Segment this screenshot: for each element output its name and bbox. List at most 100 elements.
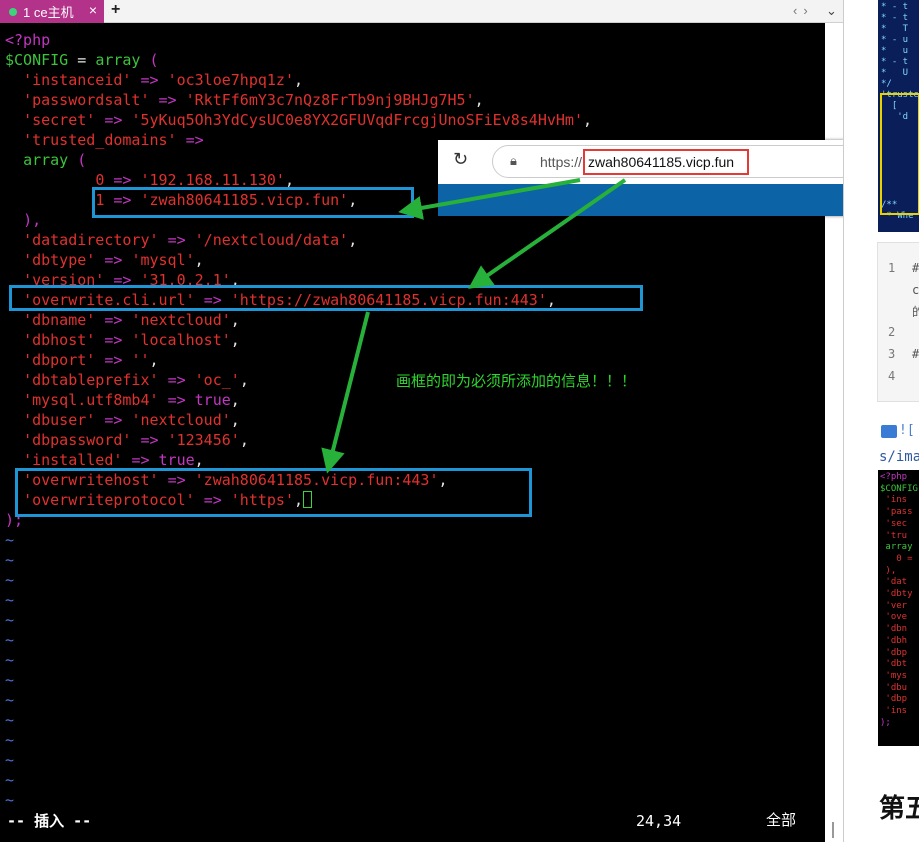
tab-scroll-arrows-icon[interactable]: ‹› [793,3,814,18]
code-line: 'dbtype' => 'mysql', [23,251,204,269]
code-line: 'trusted_domains' => [23,131,204,149]
thumbnail-code-line: * - t [881,2,909,12]
image-markdown-link[interactable]: ![ [899,423,915,438]
terminal-tab-bar: 1 ce主机 × + ‹› ⌄ [0,0,843,23]
empty-line-marker: ~ [5,751,15,769]
code-line: $CONFIG = array ( [5,51,159,69]
code-line: 'dbport' => '', [23,351,159,369]
tab-title: 1 ce主机 [23,5,74,20]
code-line: 'instanceid' => 'oc3loe7hpq1z', [23,71,304,89]
thumbnail-code-line: 'dat [880,577,908,588]
highlight-box-overwrite-cli-url [9,285,643,311]
thumbnail-code-line: 'dbty [880,589,913,599]
thumbnail-code-line: array [880,542,913,553]
line-number: 2 [888,325,896,339]
image-path-text: s/ima [879,449,919,465]
code-block-text: c [912,283,919,297]
empty-line-marker: ~ [5,611,15,629]
empty-line-marker: ~ [5,571,15,589]
thumbnail-code-line: 'dbt [880,659,908,670]
cursor-position: 24,34 [636,812,682,830]
thumbnail-code-line: * T [881,24,909,34]
thumbnail-code-line: 'dbn [880,624,908,635]
thumbnail-code-line: 'mys [880,670,908,681]
thumbnail-code-line: 'dbp [880,647,908,658]
code-block-text: # [912,347,919,361]
thumbnail-code-line: ), [880,565,897,576]
code-block: 1 2 3 4 # c的 # [877,242,919,402]
vim-status-bar: -- 插入 -- 24,34 全部 [0,810,825,832]
highlight-box-overwrite-host-protocol [15,468,532,517]
code-line: 'installed' => true, [23,451,204,469]
empty-line-marker: ~ [5,711,15,729]
image-icon [881,425,897,438]
code-line: array ( [23,151,87,169]
insert-mode-indicator: -- 插入 -- [7,812,92,830]
thumbnail-code-line: 0 = [880,553,913,564]
empty-line-marker: ~ [5,591,15,609]
thumbnail-code-line: 'ins [880,706,908,716]
code-line: 'dbuser' => 'nextcloud', [23,411,240,429]
code-line: 'dbhost' => 'localhost', [23,331,240,349]
code-line: 'mysql.utf8mb4' => true, [23,391,240,409]
tab-menu-icon[interactable]: ⌄ [826,3,837,19]
thumbnail-code-line: 'dbp [880,694,908,705]
line-number: 4 [888,369,896,383]
add-tab-icon[interactable]: + [111,1,120,19]
empty-line-marker: ~ [5,651,15,669]
url-host-highlight: zwah80641185.vicp.fun [583,149,749,175]
scrollbar-thumb[interactable] [832,822,834,838]
thumbnail-code-line: * u [881,46,909,56]
empty-line-marker: ~ [5,771,15,789]
line-number: 3 [888,347,896,361]
scroll-scope: 全部 [766,812,797,829]
annotation-note: 画框的即为必须所添加的信息！！！ [396,372,637,390]
section-heading: 第五 [879,794,919,824]
thumbnail-code-line: 'ins [880,495,908,506]
empty-line-marker: ~ [5,731,15,749]
line-number: 1 [888,261,896,275]
close-tab-icon[interactable]: × [89,2,97,18]
thumbnail-code-line: * - t [881,57,909,67]
highlight-box-trusted-domain [92,187,414,218]
empty-line-marker: ~ [5,551,15,569]
lock-icon: 🔒︎ [510,153,517,168]
thumbnail-code-line: 'dbh [880,635,908,646]
reload-icon: ↻ [453,149,469,170]
thumbnail-code-line: * - u [881,35,909,45]
thumbnail-code-line: 'pass [880,507,913,518]
code-line: 'dbpassword' => '123456', [23,431,249,449]
thumbnail-code-line: */ [881,79,892,89]
empty-line-marker: ~ [5,631,15,649]
tab-ce-host[interactable]: 1 ce主机 × [0,0,104,23]
empty-line-marker: ~ [5,791,15,809]
empty-line-marker: ~ [5,671,15,689]
thumbnail-code-line: 'ver [880,600,908,611]
document-preview-panel: * - t * - t * T * - u * u * - t * U */'truste [… [843,0,919,842]
empty-line-marker: ~ [5,691,15,709]
code-line: 'secret' => '5yKuq5Oh3YdCysUC0e8YX2GFUVq… [23,111,593,129]
code-block-text: # [912,261,919,275]
thumbnail-code-line: 'ove [880,612,908,623]
code-line: 'dbtableprefix' => 'oc_', [23,371,249,389]
thumbnail-code-line: * U [881,68,909,78]
thumbnail-code-line: 'dbu [880,682,908,693]
thumbnail-code-line: ); [880,717,891,728]
thumbnail-code-line: 'sec [880,518,908,529]
thumbnail-code-line: * - t [881,13,909,23]
thumbnail-code-line: <?php [880,472,908,482]
highlight-box-yellow [880,93,919,215]
url-scheme: https:// [540,154,583,170]
code-line: ), [23,211,42,229]
arrow-cli-to-overwritehost [321,311,370,474]
code-line: 'datadirectory' => '/nextcloud/data', [23,231,358,249]
thumbnail-code-line: $CONFIG [880,483,918,494]
thumbnail-code-line: 'tru [880,530,908,541]
connection-status-icon [9,7,17,16]
code-line: <?php [5,31,51,49]
code-line: 'dbname' => 'nextcloud', [23,311,240,329]
code-line: 'passwordsalt' => 'RktFf6mY3c7nQz8FrTb9n… [23,91,484,109]
empty-line-marker: ~ [5,531,15,549]
code-screenshot-thumbnail: <?php $CONFIG 'ins 'pass 'sec 'tru array … [878,470,919,746]
code-block-text: 的 [912,303,919,320]
